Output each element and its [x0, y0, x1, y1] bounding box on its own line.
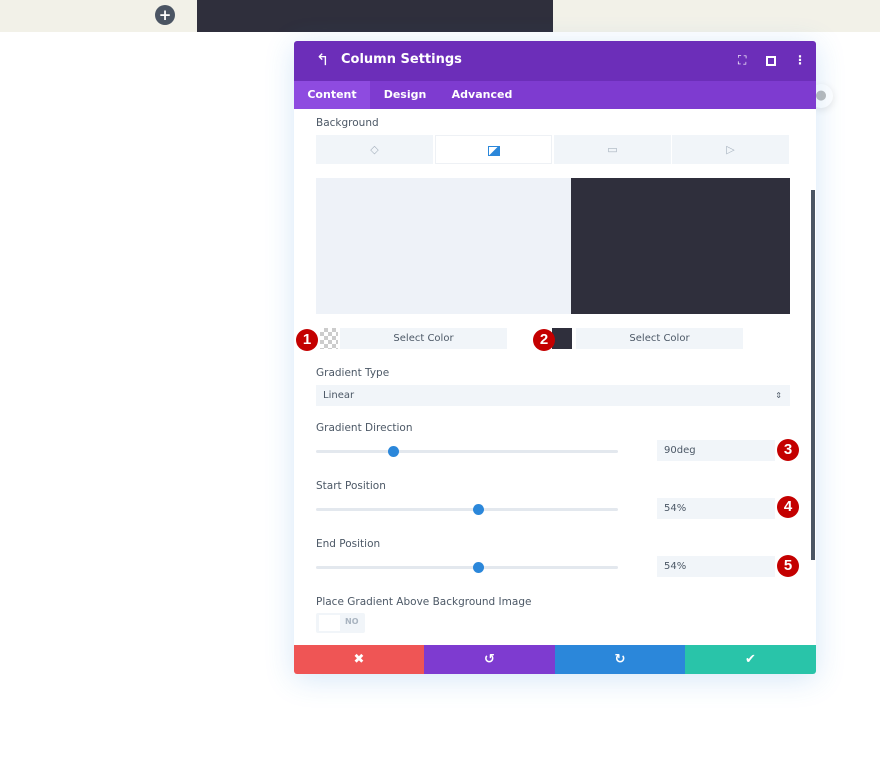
- badge-4: 4: [777, 496, 799, 518]
- split-view-icon[interactable]: [766, 56, 776, 66]
- end-position-slider[interactable]: [316, 562, 618, 573]
- end-position-input[interactable]: 54%: [657, 556, 775, 577]
- start-position-slider[interactable]: [316, 504, 618, 515]
- undo-button[interactable]: ↺: [424, 645, 555, 674]
- column-settings-modal: ↰ Column Settings ⛶ ⋮ Content Design Adv…: [294, 41, 816, 674]
- gradient-preview: [316, 178, 790, 314]
- select-color2-button[interactable]: Select Color: [576, 328, 743, 349]
- gradient-type-value: Linear: [323, 390, 355, 401]
- place-gradient-toggle[interactable]: NO: [316, 613, 365, 633]
- modal-title: Column Settings: [341, 52, 462, 67]
- tab-content[interactable]: Content: [294, 81, 370, 109]
- select-arrows-icon: ⇕: [775, 391, 782, 400]
- badge-5: 5: [777, 555, 799, 577]
- gradient-icon: [487, 146, 500, 156]
- scrollbar[interactable]: [811, 190, 815, 560]
- gradient-type-label: Gradient Type: [316, 367, 390, 379]
- color1-swatch[interactable]: [320, 328, 338, 349]
- place-gradient-label: Place Gradient Above Background Image: [316, 596, 532, 608]
- modal-footer: ✖ ↺ ↻ ✔: [294, 645, 816, 674]
- slider-thumb[interactable]: [473, 504, 484, 515]
- gradient-direction-input[interactable]: 90deg: [657, 440, 775, 461]
- modal-tabs: Content Design Advanced: [294, 81, 816, 109]
- start-position-label: Start Position: [316, 480, 386, 492]
- tab-design[interactable]: Design: [374, 81, 436, 109]
- toggle-label: NO: [345, 617, 359, 626]
- fullscreen-icon[interactable]: ⛶: [738, 53, 746, 68]
- redo-button[interactable]: ↻: [555, 645, 685, 674]
- more-icon[interactable]: ⋮: [794, 53, 806, 67]
- modal-header: ↰ Column Settings ⛶ ⋮: [294, 41, 816, 81]
- badge-2: 2: [533, 329, 555, 351]
- add-section-button[interactable]: +: [155, 5, 175, 25]
- bg-gradient-tab[interactable]: [435, 135, 552, 164]
- cancel-button[interactable]: ✖: [294, 645, 424, 674]
- dark-column: [197, 0, 553, 32]
- toggle-knob: [319, 615, 340, 631]
- gradient-type-select[interactable]: Linear ⇕: [316, 385, 790, 406]
- save-button[interactable]: ✔: [685, 645, 816, 674]
- image-icon: ▭: [607, 143, 618, 156]
- slider-thumb[interactable]: [473, 562, 484, 573]
- tab-advanced[interactable]: Advanced: [444, 81, 520, 109]
- select-color1-button[interactable]: Select Color: [340, 328, 507, 349]
- start-position-input[interactable]: 54%: [657, 498, 775, 519]
- slider-thumb[interactable]: [388, 446, 399, 457]
- gradient-direction-slider[interactable]: [316, 446, 618, 457]
- back-icon[interactable]: ↰: [316, 50, 329, 69]
- video-icon: ▷: [726, 143, 735, 156]
- bg-video-tab[interactable]: ▷: [672, 135, 789, 164]
- end-position-label: End Position: [316, 538, 381, 550]
- bg-color-tab[interactable]: ◇: [316, 135, 433, 164]
- paint-bucket-icon: ◇: [370, 143, 379, 156]
- gradient-direction-label: Gradient Direction: [316, 422, 413, 434]
- background-label: Background: [316, 117, 379, 129]
- badge-1: 1: [296, 329, 318, 351]
- color2-swatch[interactable]: [552, 328, 572, 349]
- gradient-preview-end: [571, 178, 790, 314]
- badge-3: 3: [777, 439, 799, 461]
- bg-image-tab[interactable]: ▭: [554, 135, 671, 164]
